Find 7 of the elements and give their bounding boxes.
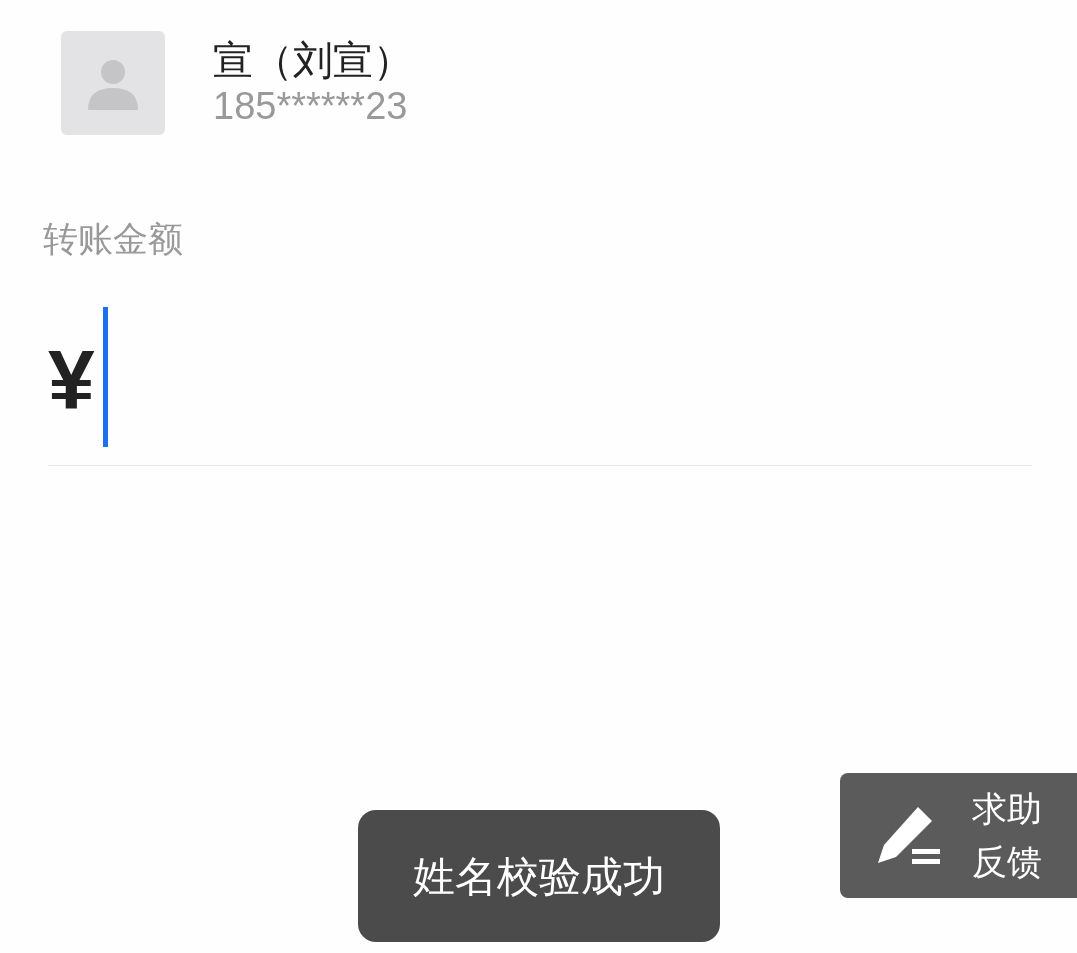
currency-symbol: ¥ (48, 337, 95, 422)
amount-label: 转账金额 (43, 218, 184, 260)
recipient-name: 宣（刘宣） (213, 37, 413, 85)
phone-number: 185******23 (213, 84, 409, 130)
amount-field[interactable]: ¥ (48, 307, 1032, 466)
feedback-button[interactable]: 求助 反馈 (840, 773, 1077, 898)
toast-message: 姓名校验成功 (358, 810, 720, 942)
